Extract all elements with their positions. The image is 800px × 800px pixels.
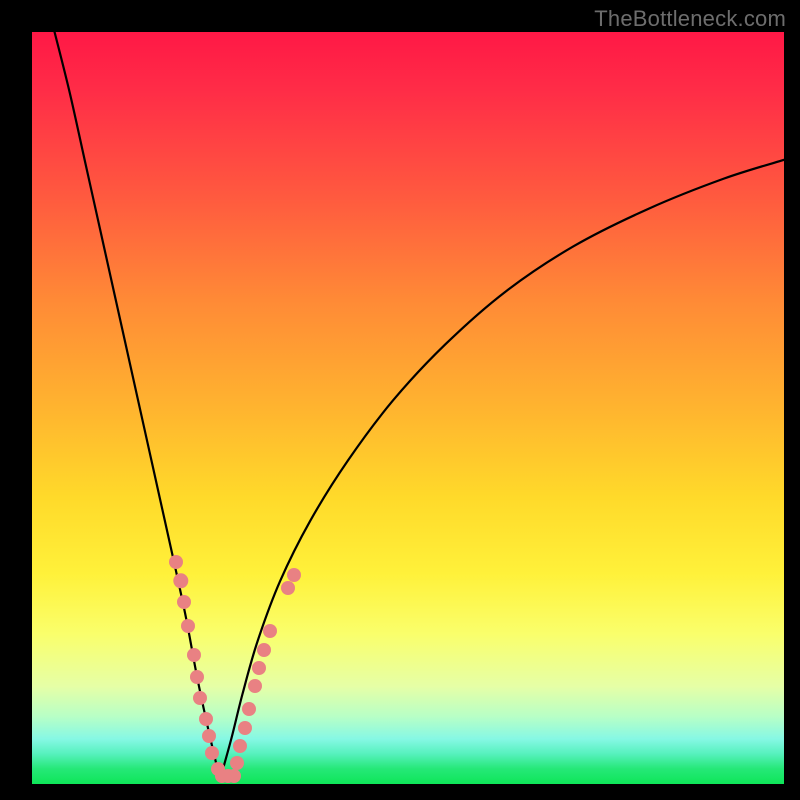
scatter-dot	[181, 619, 195, 633]
plot-area	[32, 32, 784, 784]
scatter-dot	[227, 769, 241, 783]
scatter-dot	[230, 756, 244, 770]
scatter-dot	[233, 739, 247, 753]
scatter-dot	[287, 568, 301, 582]
scatter-dot	[202, 729, 216, 743]
scatter-dot	[205, 746, 219, 760]
scatter-dot	[187, 648, 201, 662]
scatter-dot	[281, 581, 295, 595]
watermark-text: TheBottleneck.com	[594, 6, 786, 32]
scatter-dot	[257, 643, 271, 657]
scatter-dot	[190, 670, 204, 684]
scatter-dot	[248, 679, 262, 693]
scatter-dot	[238, 721, 252, 735]
scatter-dot	[193, 691, 207, 705]
bottleneck-curve	[32, 32, 784, 784]
scatter-dot	[252, 661, 266, 675]
scatter-dot	[199, 712, 213, 726]
chart-frame: TheBottleneck.com	[0, 0, 800, 800]
scatter-dot	[242, 702, 256, 716]
scatter-dot	[169, 555, 183, 569]
scatter-dot	[177, 595, 191, 609]
scatter-dot	[263, 624, 277, 638]
